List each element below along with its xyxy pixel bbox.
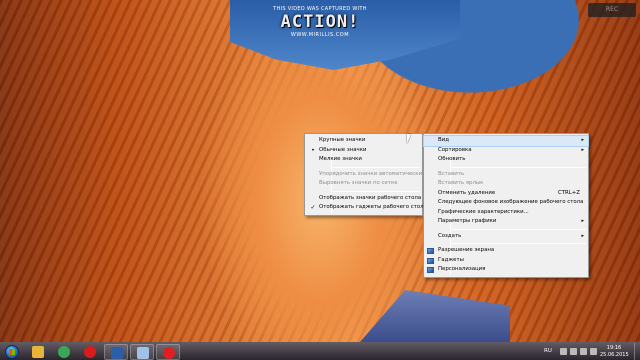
menu-item-label: Отменить удаление (438, 189, 496, 196)
chevron-right-icon: ▸ (581, 232, 584, 239)
view-submenu-item-4: Упорядочить значки автоматически (305, 170, 422, 180)
view-submenu-item-5: Выровнять значки по сетке (305, 179, 422, 189)
menu-item-label: Выровнять значки по сетке (319, 180, 398, 186)
context-menu-item-1[interactable]: Сортировка ▸ (424, 146, 588, 156)
window-icon (137, 347, 149, 359)
menu-separator (333, 166, 420, 168)
system-tray: RU 19:16 25.06.2015 (540, 343, 640, 360)
windows-flag-icon (9, 349, 15, 355)
context-menu-item-8[interactable]: Графические характеристики... (424, 208, 588, 218)
start-button[interactable] (2, 343, 22, 360)
view-submenu-item-7[interactable]: Отображать значки рабочего стола (305, 194, 422, 204)
language-indicator[interactable]: RU (544, 348, 552, 354)
menu-item-label: Графические характеристики... (438, 208, 529, 215)
view-submenu-item-0[interactable]: Крупные значки (305, 136, 422, 146)
taskbar-app-chrome[interactable] (52, 344, 76, 360)
record-icon (163, 347, 175, 359)
view-submenu-item-2[interactable]: Мелкие значки (305, 155, 422, 165)
chevron-right-icon: ▸ (581, 146, 584, 153)
menu-item-label: Вставить ярлык (438, 180, 484, 186)
context-menu-item-4: Вставить (424, 170, 588, 180)
folder-icon (32, 346, 44, 358)
menu-separator (333, 190, 420, 192)
menu-separator (452, 243, 586, 244)
menu-item-label: Обычные значки (319, 146, 367, 153)
menu-item-label: Обновить (438, 156, 466, 162)
context-menu-item-13[interactable]: Разрешение экрана (424, 246, 588, 256)
tray-arrow-icon[interactable] (560, 348, 567, 355)
menu-item-label: Гаджеты (438, 256, 464, 263)
menu-item-label: Мелкие значки (319, 156, 362, 162)
menu-separator (452, 166, 586, 168)
taskbar-app-opera[interactable] (78, 344, 102, 360)
chrome-icon (58, 346, 70, 358)
context-menu-item-11[interactable]: Создать ▸ (424, 232, 588, 242)
context-menu-item-5: Вставить ярлык (424, 179, 588, 189)
menu-separator (452, 228, 586, 230)
chevron-right-icon: ▸ (581, 218, 584, 224)
taskbar: RU 19:16 25.06.2015 (0, 342, 640, 360)
menu-item-label: Вид (438, 137, 449, 143)
clock-date: 25.06.2015 (600, 352, 629, 358)
menu-item-label: Параметры графики (438, 218, 497, 224)
menu-item-label: Отображать значки рабочего стола (319, 194, 422, 201)
menu-shortcut: CTRL+Z (557, 189, 580, 196)
view-submenu: Крупные значки • Обычные значки Мелкие знач… (304, 133, 427, 216)
menu-item-label: Сортировка (438, 146, 472, 153)
menu-item-label: Крупные значки (319, 137, 366, 143)
checkmark-icon: ✓ (310, 204, 316, 211)
wallpaper-reflection (360, 290, 510, 342)
taskbar-app-recorder[interactable] (156, 344, 180, 360)
context-menu-item-14[interactable]: Гаджеты (424, 256, 588, 266)
context-menu-item-0[interactable]: Вид ▸ (423, 135, 589, 147)
desktop-context-menu: Вид ▸ Сортировка ▸ Обновить Вставить Вставить … (423, 133, 589, 278)
radio-dot-icon: • (311, 146, 315, 154)
context-menu-item-9[interactable]: Параметры графики ▸ (424, 217, 588, 227)
desktop-wallpaper[interactable]: THIS VIDEO WAS CAPTURED WITH ACTION! WWW… (0, 0, 640, 342)
opera-icon (84, 346, 96, 358)
context-menu-item-6[interactable]: Отменить удаление CTRL+Z (424, 189, 588, 199)
screen-resolution-icon (427, 248, 434, 254)
view-submenu-item-1[interactable]: • Обычные значки (305, 146, 422, 156)
menu-item-label: Вставить (438, 170, 465, 177)
clock-time: 19:16 (606, 345, 622, 351)
clock[interactable]: 19:16 25.06.2015 (600, 345, 629, 359)
mouse-cursor-icon (407, 134, 411, 144)
media-icon (111, 347, 123, 359)
taskbar-app-app-dark[interactable] (104, 344, 128, 360)
menu-item-label: Разрешение экрана (438, 247, 495, 253)
gadgets-icon (427, 257, 434, 264)
chevron-right-icon: ▸ (581, 137, 584, 143)
taskbar-app-app-light[interactable] (130, 344, 154, 360)
show-desktop-button[interactable] (634, 343, 640, 360)
context-menu-item-7[interactable]: Следующее фоновое изображение рабочего с… (424, 198, 588, 208)
watermark-url: WWW.MIRILLIS.COM (290, 32, 350, 38)
menu-item-label: Создать (438, 232, 462, 239)
flag-icon[interactable] (590, 348, 597, 355)
watermark-logo: ACTION! (280, 12, 360, 32)
network-icon[interactable] (570, 348, 577, 355)
menu-item-label: Отображать гаджеты рабочего стола (319, 204, 427, 210)
taskbar-app-explorer[interactable] (26, 344, 50, 360)
menu-item-label: Упорядочить значки автоматически (319, 170, 423, 177)
volume-icon[interactable] (580, 348, 587, 355)
context-menu-item-15[interactable]: Персонализация (424, 265, 588, 275)
view-submenu-item-8[interactable]: ✓ Отображать гаджеты рабочего стола (305, 203, 426, 213)
personalization-icon (427, 267, 434, 273)
rec-badge: REC (588, 3, 636, 17)
capture-watermark: THIS VIDEO WAS CAPTURED WITH ACTION! WWW… (268, 6, 372, 46)
menu-item-label: Следующее фоновое изображение рабочего с… (438, 199, 584, 205)
menu-item-label: Персонализация (438, 266, 486, 272)
context-menu-item-2[interactable]: Обновить (424, 155, 588, 165)
